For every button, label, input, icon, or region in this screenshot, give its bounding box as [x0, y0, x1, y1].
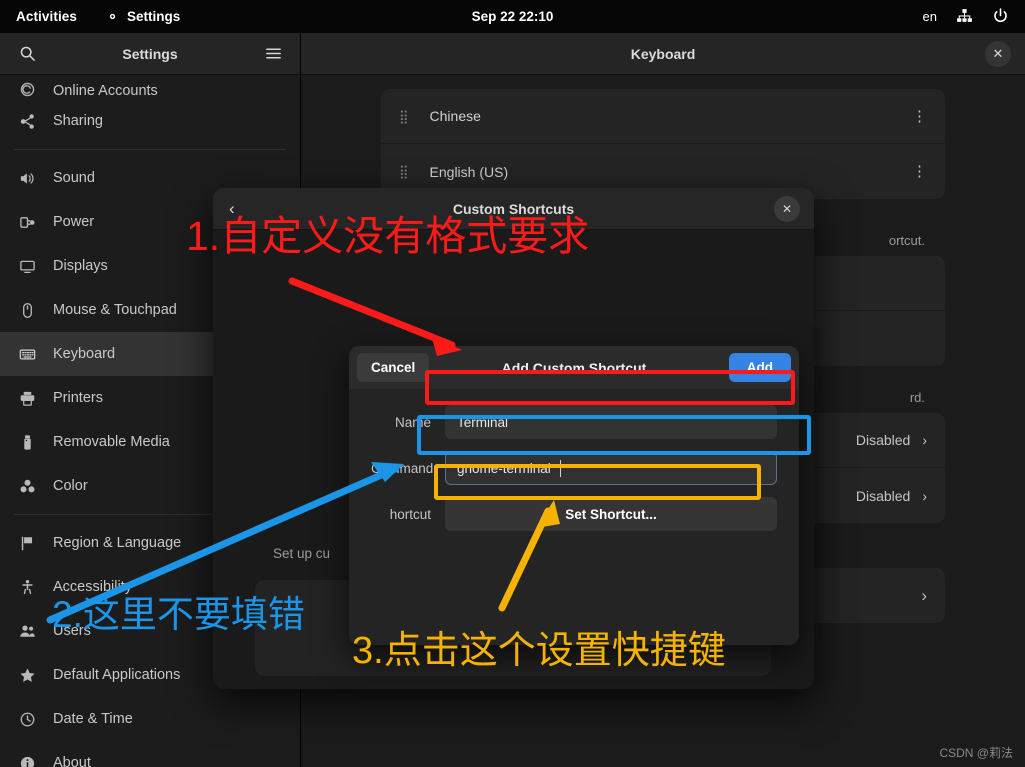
sidebar-item-label: Displays — [53, 258, 108, 274]
input-sources-card: ⣿ Chinese ⋮ ⣿ English (US) ⋮ — [381, 89, 945, 199]
sidebar-header: Settings — [0, 33, 300, 75]
info-icon — [18, 754, 37, 767]
users-icon — [18, 622, 37, 641]
drag-handle-icon[interactable]: ⣿ — [399, 165, 410, 178]
search-icon[interactable] — [14, 41, 40, 67]
status-badge: Disabled — [855, 487, 911, 504]
name-field-highlight-box — [425, 370, 795, 405]
cancel-button[interactable]: Cancel — [357, 353, 430, 382]
app-menu-settings[interactable]: Settings — [105, 9, 180, 24]
row-value-group[interactable]: Disabled › — [856, 432, 927, 448]
sidebar-item-label: Online Accounts — [53, 83, 158, 99]
page-title: Keyboard — [630, 45, 696, 62]
sidebar-item-label: Default Applications — [53, 667, 181, 683]
sidebar-item-label: Accessibility — [53, 579, 132, 595]
network-wired-icon[interactable] — [956, 8, 973, 25]
close-icon[interactable]: ✕ — [774, 195, 800, 222]
watermark: CSDN @莉法 — [939, 746, 1013, 760]
chevron-right-icon[interactable]: › — [921, 586, 927, 606]
activities-button[interactable]: Activities — [16, 9, 77, 24]
kebab-menu-icon[interactable]: ⋮ — [912, 109, 927, 124]
set-shortcut-highlight-box — [434, 464, 761, 500]
input-source-label: Chinese — [429, 108, 481, 124]
keyboard-panel-header: Keyboard ✕ — [301, 33, 1025, 75]
status-area[interactable]: en — [923, 8, 1009, 25]
mouse-icon — [18, 301, 37, 320]
table-row[interactable]: ⣿ Chinese ⋮ — [381, 89, 945, 144]
drag-handle-icon[interactable]: ⣿ — [399, 110, 410, 123]
shortcut-label: hortcut — [389, 506, 431, 522]
sidebar-item-label: Sharing — [53, 113, 103, 129]
annotation-blue-text: 2.这里不要填错 — [52, 594, 305, 635]
sidebar-item-date-time[interactable]: Date & Time — [0, 697, 300, 741]
sharing-icon — [18, 112, 37, 131]
sidebar-item-label: Date & Time — [53, 711, 133, 727]
sidebar-item-label: Mouse & Touchpad — [53, 302, 177, 318]
sidebar-item-label: Printers — [53, 390, 103, 406]
gnome-top-bar: Activities Settings Sep 22 22:10 en — [0, 0, 1025, 33]
sidebar-item-sharing[interactable]: Sharing — [0, 99, 300, 143]
sidebar-item-label: Color — [53, 478, 88, 494]
sidebar-title: Settings — [122, 45, 178, 62]
sidebar-item-online-accounts[interactable]: Online Accounts — [0, 75, 300, 99]
input-language-indicator[interactable]: en — [923, 9, 937, 24]
sidebar-item-label: Keyboard — [53, 346, 116, 362]
sidebar-divider — [14, 149, 286, 150]
sound-icon — [18, 169, 37, 188]
row-value-group[interactable]: Disabled › — [856, 488, 927, 504]
status-badge: Disabled — [855, 432, 911, 448]
chevron-right-icon[interactable]: › — [922, 432, 927, 448]
custom-shortcuts-hint: Set up cu — [273, 546, 331, 561]
hamburger-menu-icon[interactable] — [260, 41, 286, 67]
power-icon[interactable] — [992, 8, 1009, 25]
color-icon — [18, 477, 37, 496]
star-icon — [18, 666, 37, 685]
add-shortcut-form: Name Command hortcut Set Shortcut... — [349, 389, 799, 531]
set-shortcut-button[interactable]: Set Shortcut... — [445, 497, 777, 531]
sidebar-item-label: Removable Media — [53, 434, 170, 450]
sidebar-item-about[interactable]: About — [0, 741, 300, 767]
annotation-red-text: 1.自定义没有格式要求 — [186, 213, 590, 259]
power-plug-icon — [18, 213, 37, 232]
sidebar-item-label: About — [53, 755, 91, 767]
clock-icon — [18, 710, 37, 729]
online-accounts-icon — [18, 80, 37, 99]
usb-drive-icon — [18, 433, 37, 452]
keyboard-icon — [18, 345, 37, 364]
annotation-yellow-text: 3.点击这个设置快捷键 — [352, 630, 726, 672]
app-menu-label: Settings — [127, 9, 181, 24]
chevron-right-icon[interactable]: › — [922, 488, 927, 504]
gear-icon — [105, 9, 120, 24]
sidebar-item-label: Region & Language — [53, 535, 182, 551]
sidebar-item-label: Power — [53, 214, 95, 230]
display-monitor-icon — [18, 257, 37, 276]
screen: Activities Settings Sep 22 22:10 en Sett… — [0, 0, 1025, 767]
shortcut-field-row: hortcut Set Shortcut... — [371, 497, 777, 531]
sidebar-item-label: Sound — [53, 170, 95, 186]
command-field-highlight-box — [417, 415, 811, 455]
close-icon[interactable]: ✕ — [985, 40, 1011, 67]
input-source-label: English (US) — [429, 163, 509, 180]
kebab-menu-icon[interactable]: ⋮ — [912, 164, 927, 179]
printer-icon — [18, 389, 37, 408]
accessibility-icon — [18, 578, 37, 597]
flag-icon — [18, 534, 37, 553]
